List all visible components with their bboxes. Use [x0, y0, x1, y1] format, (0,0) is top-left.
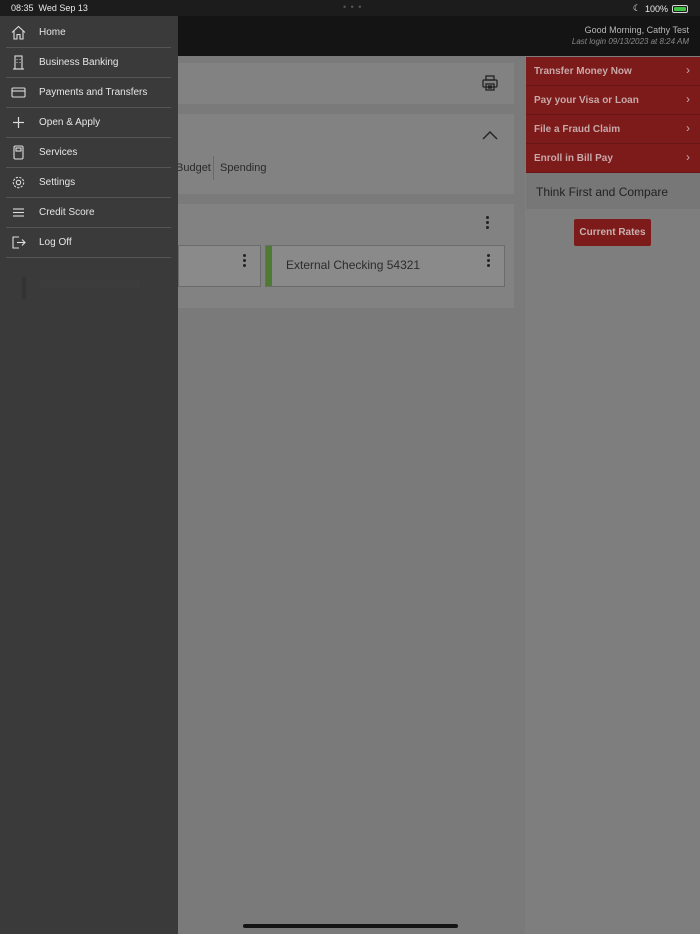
greeting-text: Good Morning, Cathy Test [584, 25, 689, 35]
menu-item-label: Home [39, 27, 66, 38]
ghost-line [40, 280, 140, 288]
home-indicator[interactable] [243, 924, 458, 928]
multitasking-dots[interactable]: • • • [343, 2, 362, 12]
promo-title-bar: Think First and Compare [526, 173, 700, 209]
menu-item-label: Business Banking [39, 57, 119, 68]
chevron-right-icon: › [686, 92, 690, 106]
side-drawer: Home Business Banking Payments and Trans… [0, 16, 178, 934]
quick-link-fraud-claim[interactable]: File a Fraud Claim › [526, 115, 700, 144]
menu-item-payments-transfers[interactable]: Payments and Transfers [6, 77, 171, 108]
menu-item-home[interactable]: Home [6, 17, 171, 48]
tab-divider [213, 156, 214, 180]
menu-item-open-apply[interactable]: Open & Apply [6, 107, 171, 138]
accounts-card: External Checking 54321 [178, 204, 514, 308]
chevron-up-icon[interactable] [482, 127, 498, 145]
promo-title: Think First and Compare [536, 185, 669, 199]
moon-icon: ☾ [632, 3, 641, 13]
quick-link-label: Enroll in Bill Pay [534, 153, 613, 164]
menu-item-label: Open & Apply [39, 117, 101, 128]
toolbar-card [178, 63, 514, 104]
status-date-text: Wed Sep 13 [38, 3, 88, 13]
insights-card: Budget Spending [176, 114, 514, 194]
calculator-icon [11, 145, 26, 160]
account-tile[interactable] [178, 245, 261, 287]
account-tile-external-checking[interactable]: External Checking 54321 [265, 245, 505, 287]
accounts-more-icon[interactable] [486, 216, 490, 231]
tab-spending[interactable]: Spending [220, 162, 267, 174]
quick-link-label: Transfer Money Now [534, 66, 632, 77]
ghost-stripe [22, 277, 26, 299]
quick-link-bill-pay[interactable]: Enroll in Bill Pay › [526, 144, 700, 173]
menu-item-settings[interactable]: Settings [6, 167, 171, 198]
menu-lines-icon [11, 205, 26, 220]
menu-item-log-off[interactable]: Log Off [6, 227, 171, 258]
account-color-stripe [266, 246, 272, 286]
menu-item-label: Credit Score [39, 207, 95, 218]
battery-percent: 100% [644, 3, 668, 14]
battery-icon [672, 4, 688, 13]
quick-link-label: File a Fraud Claim [534, 124, 621, 135]
current-rates-button[interactable]: Current Rates [574, 219, 651, 246]
chevron-right-icon: › [686, 121, 690, 135]
plus-icon [11, 115, 26, 130]
tab-budget[interactable]: Budget [176, 162, 211, 174]
quick-links-panel: Transfer Money Now › Pay your Visa or Lo… [525, 56, 700, 934]
logout-icon [11, 235, 26, 250]
menu-item-business-banking[interactable]: Business Banking [6, 47, 171, 78]
credit-card-icon [11, 85, 26, 100]
menu-item-label: Payments and Transfers [39, 87, 148, 98]
quick-link-pay-visa[interactable]: Pay your Visa or Loan › [526, 86, 700, 115]
gear-icon [11, 175, 26, 190]
account-more-icon[interactable] [243, 254, 247, 269]
status-time-text: 08:35 [11, 3, 34, 13]
menu-item-label: Services [39, 147, 78, 158]
menu-item-label: Settings [39, 177, 76, 188]
status-time: 08:35 Wed Sep 13 [11, 3, 88, 13]
home-icon [11, 25, 26, 40]
menu-item-credit-score[interactable]: Credit Score [6, 197, 171, 228]
quick-link-transfer[interactable]: Transfer Money Now › [526, 57, 700, 86]
quick-link-label: Pay your Visa or Loan [534, 95, 639, 106]
chevron-right-icon: › [686, 150, 690, 164]
menu-item-label: Log Off [39, 237, 72, 248]
account-more-icon[interactable] [487, 254, 491, 269]
last-login-text: Last login 09/13/2023 at 8:24 AM [571, 37, 689, 46]
building-icon [11, 55, 26, 70]
status-bar: 08:35 Wed Sep 13 • • • ☾ 100% [0, 0, 700, 16]
status-right: ☾ 100% [633, 3, 688, 14]
print-icon[interactable] [481, 74, 499, 97]
chevron-right-icon: › [686, 63, 690, 77]
menu-item-services[interactable]: Services [6, 137, 171, 168]
account-name: External Checking 54321 [286, 258, 421, 272]
